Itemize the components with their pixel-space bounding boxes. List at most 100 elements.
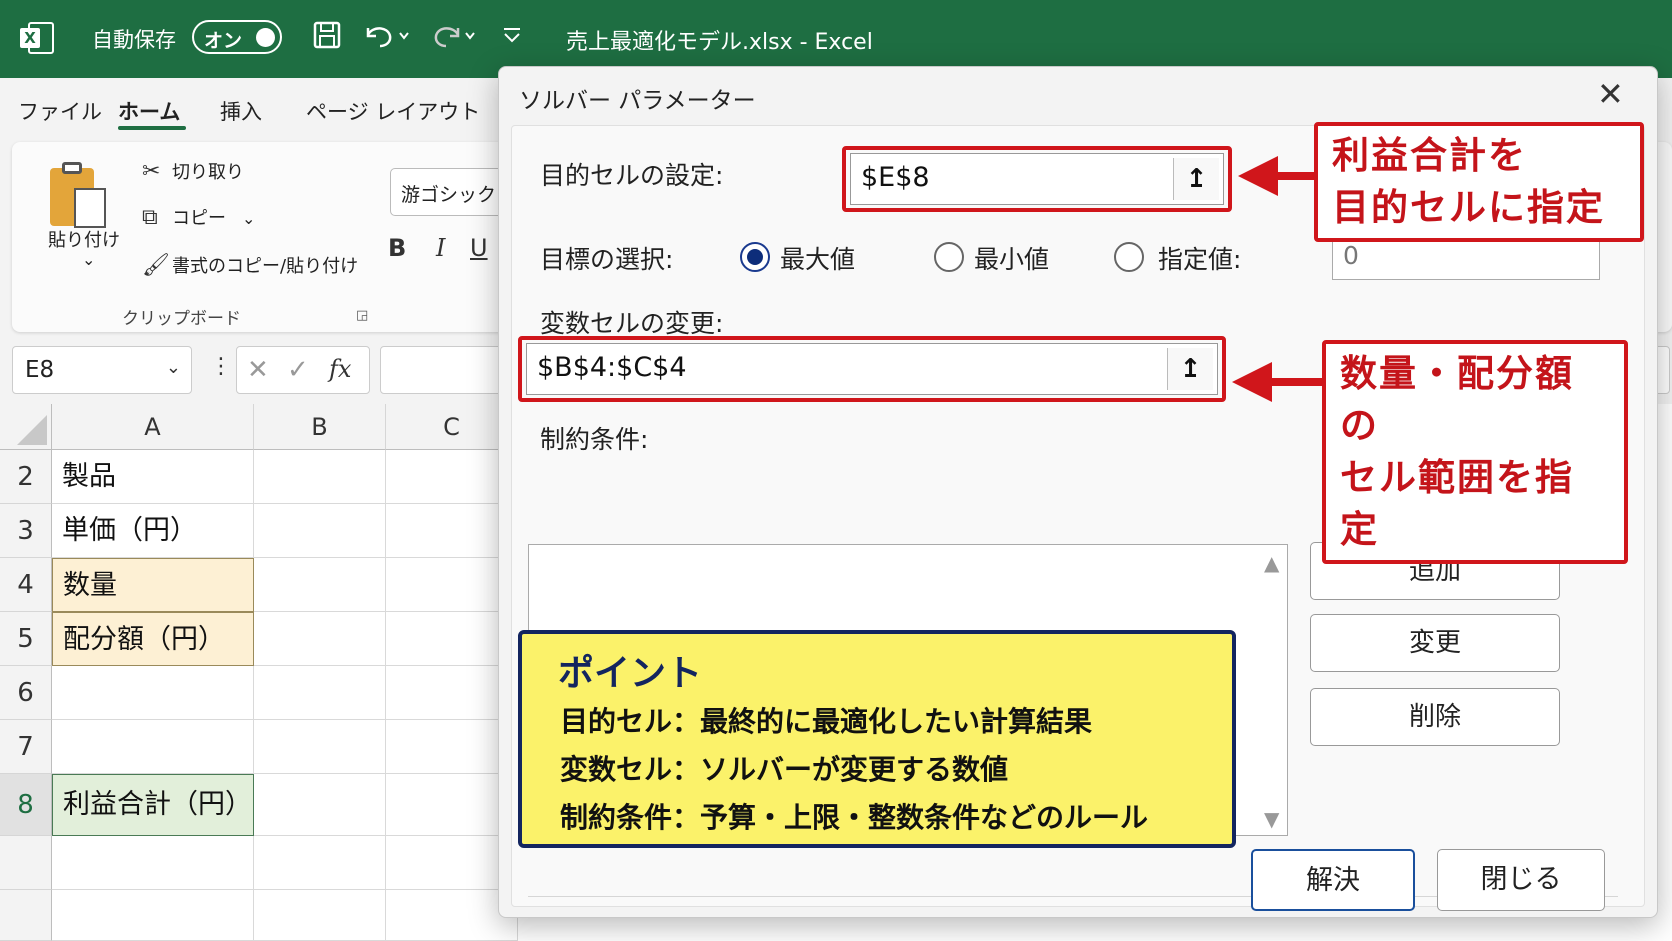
variable-callout-line: セル範囲を指定	[1340, 456, 1574, 551]
chevron-down-icon[interactable]: ⌄	[82, 250, 95, 269]
cell-b7[interactable]	[254, 720, 386, 774]
autosave-state: オン	[204, 30, 243, 52]
variable-cells-input[interactable]: $B$4:$C$4 ↥	[526, 343, 1218, 395]
name-box[interactable]: E8 ⌄	[12, 346, 192, 394]
radio-min[interactable]	[934, 242, 964, 272]
cell-a3[interactable]: 単価（円）	[52, 504, 254, 558]
format-painter-button[interactable]: 🖌 書式のコピー/貼り付け	[142, 252, 358, 278]
chevron-down-icon[interactable]: ⌄	[166, 357, 181, 378]
undo-icon[interactable]	[362, 20, 410, 56]
objective-cell-value: $E$8	[861, 162, 930, 193]
italic-button[interactable]: I	[436, 234, 445, 262]
cut-label: 切り取り	[172, 162, 244, 183]
enter-icon[interactable]: ✓	[287, 355, 309, 385]
customize-toolbar-icon[interactable]	[500, 20, 524, 56]
row-header[interactable]: 4	[0, 558, 52, 612]
bold-button[interactable]: B	[388, 234, 406, 262]
objective-callout-line: 利益合計を	[1332, 134, 1527, 177]
cell-a8[interactable]: 利益合計（円）	[52, 774, 254, 836]
point-line: 変数セル：ソルバーが変更する数値	[560, 753, 1009, 786]
objective-cell-input[interactable]: $E$8 ↥	[850, 153, 1224, 205]
cut-button[interactable]: ✂ 切り取り	[142, 158, 244, 184]
solve-button[interactable]: 解決	[1251, 849, 1415, 911]
cell-a5[interactable]: 配分額（円）	[52, 612, 254, 666]
option-min-label: 最小値	[974, 245, 1050, 274]
cell[interactable]	[52, 890, 254, 941]
cell-a4[interactable]: 数量	[52, 558, 254, 612]
cell-b6[interactable]	[254, 666, 386, 720]
tab-page-layout[interactable]: ページ レイアウト	[306, 96, 480, 126]
arrow-line	[1272, 172, 1316, 180]
column-header-b[interactable]: B	[254, 404, 386, 450]
variable-cells-value: $B$4:$C$4	[537, 352, 687, 383]
formula-buttons: ✕ ✓ fx	[236, 346, 370, 394]
redo-icon[interactable]	[428, 20, 476, 56]
option-max-label: 最大値	[780, 245, 856, 274]
cell-b8[interactable]	[254, 774, 386, 836]
variable-cells-label: 変数セルの変更:	[540, 309, 724, 338]
clipboard-group-label: クリップボード	[122, 309, 241, 329]
option-value-label: 指定値:	[1158, 245, 1242, 274]
point-line: 目的セル：最終的に最適化したい計算結果	[560, 705, 1093, 738]
excel-logo-icon: X	[20, 22, 54, 54]
close-button[interactable]: 閉じる	[1437, 849, 1605, 911]
radio-value-of[interactable]	[1114, 242, 1144, 272]
cell-a2[interactable]: 製品	[52, 450, 254, 504]
radio-max[interactable]	[740, 242, 770, 272]
row-header[interactable]: 7	[0, 720, 52, 774]
paste-icon[interactable]	[50, 162, 116, 232]
copy-label: コピー	[172, 208, 226, 229]
cell[interactable]	[52, 836, 254, 890]
cell-b2[interactable]	[254, 450, 386, 504]
toggle-knob-icon	[256, 28, 275, 47]
delete-button[interactable]: 削除	[1310, 688, 1560, 746]
cell[interactable]	[254, 836, 386, 890]
chevron-down-icon[interactable]: ⌄	[242, 209, 255, 228]
copy-icon: ⧉	[142, 205, 158, 230]
objective-callout-line: 目的セルに指定	[1332, 186, 1605, 229]
tab-insert[interactable]: 挿入	[220, 96, 262, 126]
row-header[interactable]: 3	[0, 504, 52, 558]
row-header[interactable]	[0, 890, 52, 941]
variable-callout: 数量・配分額の セル範囲を指定	[1322, 340, 1628, 564]
change-button[interactable]: 変更	[1310, 614, 1560, 672]
cancel-icon[interactable]: ✕	[247, 355, 269, 385]
tab-home[interactable]: ホーム	[118, 96, 180, 126]
underline-button[interactable]: U	[470, 234, 488, 262]
brush-icon: 🖌	[142, 253, 170, 278]
collapse-dialog-icon[interactable]: ↥	[1173, 158, 1219, 200]
arrow-line	[1266, 378, 1324, 386]
copy-button[interactable]: ⧉ コピー ⌄	[142, 204, 255, 230]
row-header[interactable]: 5	[0, 612, 52, 666]
save-icon[interactable]	[312, 20, 342, 56]
autosave-toggle[interactable]: オン	[192, 20, 282, 54]
dialog-launcher-icon[interactable]: ◲	[356, 308, 368, 323]
point-note: ポイント 目的セル：最終的に最適化したい計算結果 変数セル：ソルバーが変更する数…	[518, 630, 1236, 848]
row-header[interactable]: 8	[0, 774, 52, 836]
row-header[interactable]	[0, 836, 52, 890]
row-header[interactable]: 2	[0, 450, 52, 504]
paste-button[interactable]: 貼り付け	[48, 226, 120, 252]
variable-callout-line: 数量・配分額の	[1340, 352, 1574, 447]
cell-b4[interactable]	[254, 558, 386, 612]
cell-b3[interactable]	[254, 504, 386, 558]
scroll-down-icon[interactable]: ▼	[1264, 807, 1279, 831]
cell-a6[interactable]	[52, 666, 254, 720]
point-title: ポイント	[558, 653, 703, 694]
cell[interactable]	[254, 890, 386, 941]
column-header-a[interactable]: A	[52, 404, 254, 450]
constraints-label: 制約条件:	[540, 425, 649, 454]
scroll-up-icon[interactable]: ▲	[1264, 551, 1279, 575]
select-all-corner[interactable]	[0, 404, 52, 450]
cell-b5[interactable]	[254, 612, 386, 666]
autosave-label: 自動保存	[92, 28, 176, 52]
insert-function-icon[interactable]: fx	[329, 355, 351, 383]
more-icon[interactable]: ⋮	[210, 354, 232, 379]
objective-label: 目的セルの設定:	[540, 161, 724, 190]
cell-a7[interactable]	[52, 720, 254, 774]
close-icon[interactable]: ✕	[1597, 75, 1624, 113]
row-header[interactable]: 6	[0, 666, 52, 720]
tab-file[interactable]: ファイル	[18, 96, 102, 126]
objective-callout: 利益合計を 目的セルに指定	[1314, 122, 1644, 242]
collapse-dialog-icon[interactable]: ↥	[1167, 348, 1213, 390]
